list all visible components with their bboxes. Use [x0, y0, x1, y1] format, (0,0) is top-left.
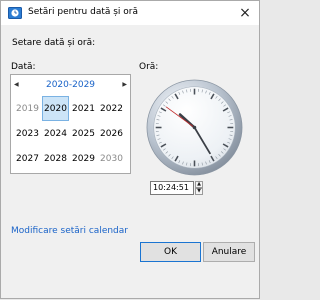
analog-clock [146, 79, 243, 176]
calendar-year-grid: 2019 2020 2021 2022 2023 2024 2025 2026 2027 2028… [14, 96, 127, 171]
calendar-year-cell[interactable]: 2026 [98, 121, 125, 146]
time-increment-button[interactable]: ▲ [195, 181, 203, 188]
calendar-year-cell[interactable]: 2030 [98, 146, 125, 171]
calendar-decade-header[interactable]: 2020-2029 [11, 80, 130, 90]
date-time-dialog: Setări pentru dată și oră × Setare dată … [0, 0, 260, 299]
close-button[interactable]: × [237, 5, 253, 21]
ok-button[interactable]: OK [140, 242, 201, 262]
cancel-button[interactable]: Anulare [203, 242, 255, 262]
calendar-year-cell[interactable]: 2029 [70, 146, 97, 171]
calendar-year-cell[interactable]: 2028 [42, 146, 69, 171]
calendar-year-cell[interactable]: 2024 [42, 121, 69, 146]
date-label: Dată: [11, 62, 36, 72]
dialog-heading: Setare dată și oră: [12, 38, 96, 48]
title-bar: Setări pentru dată și oră × [1, 1, 259, 25]
clock-center-pin [192, 125, 197, 130]
decade-calendar: ◀ 2020-2029 ▶ 2019 2020 2021 2022 2023 2024 20… [10, 74, 131, 174]
calendar-year-cell[interactable]: 2020 [42, 96, 69, 121]
time-decrement-button[interactable]: ▼ [195, 188, 203, 195]
window-title: Setări pentru dată și oră [28, 7, 139, 17]
calendar-year-cell[interactable]: 2022 [98, 96, 125, 121]
calendar-year-cell[interactable]: 2021 [70, 96, 97, 121]
time-input-value[interactable]: 10:24:51 [153, 183, 189, 192]
clock-app-icon [8, 7, 22, 19]
calendar-year-cell[interactable]: 2027 [14, 146, 41, 171]
time-label: Oră: [139, 62, 159, 72]
calendar-year-cell[interactable]: 2025 [70, 121, 97, 146]
calendar-year-cell[interactable]: 2019 [14, 96, 41, 121]
change-calendar-settings-link[interactable]: Modificare setări calendar [11, 226, 128, 236]
calendar-year-cell[interactable]: 2023 [14, 121, 41, 146]
time-input[interactable]: 10:24:51 [150, 181, 194, 195]
calendar-next-icon[interactable]: ▶ [122, 81, 127, 88]
